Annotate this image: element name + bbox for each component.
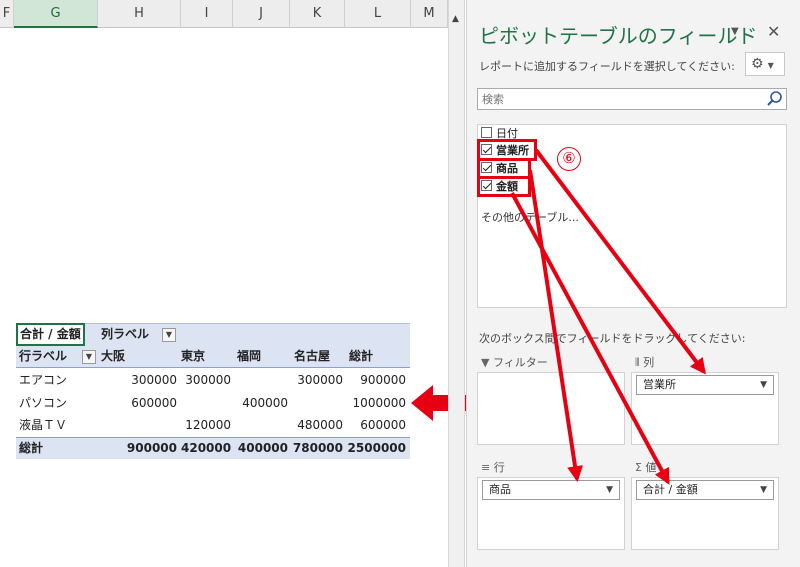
pivot-value-cell[interactable] bbox=[290, 392, 343, 414]
pivot-value-cell[interactable]: 300000 bbox=[98, 369, 177, 391]
chip-label: 商品 bbox=[489, 483, 511, 496]
pivot-col-header-tokyo: 東京 bbox=[181, 349, 206, 363]
search-input[interactable] bbox=[478, 89, 758, 109]
search-box[interactable] bbox=[477, 88, 787, 110]
pivot-row-label-cell[interactable]: パソコン bbox=[19, 392, 67, 414]
pivot-value-cell[interactable]: 600000 bbox=[345, 414, 406, 436]
pane-subtitle: レポートに追加するフィールドを選択してください: bbox=[479, 60, 735, 73]
filter-area: ▼ フィルター bbox=[477, 352, 627, 447]
pivot-total-cell[interactable]: 400000 bbox=[233, 437, 288, 459]
chip-label: 合計 / 金額 bbox=[643, 483, 698, 496]
column-header-h[interactable]: H bbox=[98, 0, 181, 28]
pivot-field-pane: ピボットテーブルのフィールド ▼ ✕ レポートに追加するフィールドを選択してくだ… bbox=[466, 0, 800, 567]
col-label-filter-dropdown-icon[interactable]: ▼ bbox=[162, 328, 176, 342]
pivot-row-label-cell[interactable]: 液晶ＴＶ bbox=[19, 414, 67, 436]
annotation-box-amount bbox=[477, 176, 531, 197]
values-dropzone[interactable]: 合計 / 金額 ▼ bbox=[631, 477, 779, 550]
rows-icon: ≡ bbox=[481, 461, 491, 474]
pivot-col-header-osaka: 大阪 bbox=[101, 349, 126, 363]
columns-field-chip[interactable]: 営業所 ▼ bbox=[636, 375, 774, 395]
pivot-total-cell[interactable]: 780000 bbox=[290, 437, 343, 459]
close-icon[interactable]: ✕ bbox=[767, 22, 780, 41]
pivot-col-header-fukuoka: 福岡 bbox=[237, 349, 262, 363]
checkbox-date[interactable] bbox=[481, 127, 492, 138]
scroll-up-arrow-icon[interactable]: ▲ bbox=[452, 14, 459, 24]
columns-label-text: 列 bbox=[643, 356, 655, 369]
pivot-value-cell[interactable]: 600000 bbox=[98, 392, 177, 414]
columns-area-label: ⫴ 列 bbox=[635, 354, 654, 370]
rows-dropzone[interactable]: 商品 ▼ bbox=[477, 477, 625, 550]
column-header-k[interactable]: K bbox=[290, 0, 345, 28]
step-number-badge: ⑥ bbox=[557, 147, 581, 171]
pivot-value-cell[interactable]: 400000 bbox=[233, 392, 288, 414]
column-header-g[interactable]: G bbox=[14, 0, 98, 28]
pane-options-dropdown-icon[interactable]: ▼ bbox=[731, 26, 739, 37]
values-label-text: 値 bbox=[645, 461, 657, 474]
filter-dropzone[interactable] bbox=[477, 372, 625, 445]
pivot-value-field-cell[interactable]: 合計 / 金額 bbox=[16, 323, 85, 346]
values-area: Σ 値 合計 / 金額 ▼ bbox=[631, 457, 781, 552]
pivot-col-header-total: 総計 bbox=[349, 349, 374, 363]
column-header-l[interactable]: L bbox=[345, 0, 411, 28]
column-header-i[interactable]: I bbox=[181, 0, 233, 28]
more-tables-link[interactable]: その他のテーブル... bbox=[481, 209, 579, 225]
filter-label-text: フィルター bbox=[492, 356, 548, 369]
gear-icon[interactable]: ⚙ ▼ bbox=[745, 52, 785, 76]
pivot-total-cell[interactable]: 2500000 bbox=[345, 437, 406, 459]
columns-area: ⫴ 列 営業所 ▼ bbox=[631, 352, 781, 447]
rows-field-chip[interactable]: 商品 ▼ bbox=[482, 480, 620, 500]
pane-title: ピボットテーブルのフィールド bbox=[479, 24, 758, 48]
column-header-m[interactable]: M bbox=[411, 0, 448, 28]
values-area-label: Σ 値 bbox=[635, 459, 656, 475]
search-icon[interactable] bbox=[766, 90, 784, 108]
rows-area-label: ≡ 行 bbox=[481, 459, 505, 475]
pivot-value-cell[interactable]: 300000 bbox=[181, 369, 231, 391]
worksheet-grid[interactable] bbox=[0, 28, 448, 567]
filter-area-label: ▼ フィルター bbox=[481, 354, 548, 370]
drag-hint: 次のボックス間でフィールドをドラッグしてください: bbox=[479, 332, 746, 345]
rows-area: ≡ 行 商品 ▼ bbox=[477, 457, 627, 552]
pivot-col-label: 列ラベル bbox=[101, 327, 150, 341]
pivot-value-cell[interactable]: 1000000 bbox=[345, 392, 406, 414]
chip-label: 営業所 bbox=[643, 378, 676, 391]
column-header-f[interactable]: F bbox=[0, 0, 14, 28]
columns-dropzone[interactable]: 営業所 ▼ bbox=[631, 372, 779, 445]
pivot-value-cell[interactable] bbox=[98, 414, 177, 436]
chevron-down-icon[interactable]: ▼ bbox=[760, 481, 767, 499]
pivot-col-header-nagoya: 名古屋 bbox=[294, 349, 331, 363]
pivot-total-cell[interactable]: 900000 bbox=[98, 437, 177, 459]
column-header-bar: F G H I J K L M bbox=[0, 0, 448, 28]
pivot-value-cell[interactable] bbox=[181, 392, 231, 414]
row-label-filter-dropdown-icon[interactable]: ▼ bbox=[82, 350, 96, 364]
pivot-value-cell[interactable]: 120000 bbox=[181, 414, 231, 436]
pivot-value-cell[interactable] bbox=[233, 414, 288, 436]
columns-icon: ⫴ bbox=[635, 356, 640, 369]
pivot-total-label[interactable]: 総計 bbox=[19, 437, 43, 459]
pivot-value-cell[interactable]: 900000 bbox=[345, 369, 406, 391]
chevron-down-icon[interactable]: ▼ bbox=[606, 481, 613, 499]
vertical-scrollbar[interactable]: ▲ bbox=[448, 0, 465, 567]
pivot-value-cell[interactable]: 480000 bbox=[290, 414, 343, 436]
rows-label-text: 行 bbox=[493, 461, 505, 474]
values-field-chip[interactable]: 合計 / 金額 ▼ bbox=[636, 480, 774, 500]
filter-icon: ▼ bbox=[481, 356, 490, 369]
pivot-value-cell[interactable]: 300000 bbox=[290, 369, 343, 391]
pivot-total-cell[interactable]: 420000 bbox=[181, 437, 231, 459]
sigma-icon: Σ bbox=[635, 461, 642, 474]
pivot-row-label-cell[interactable]: エアコン bbox=[19, 369, 67, 391]
field-list: 日付 営業所 商品 金額 その他のテーブル... bbox=[477, 124, 787, 308]
column-header-j[interactable]: J bbox=[233, 0, 290, 28]
chevron-down-icon[interactable]: ▼ bbox=[760, 376, 767, 394]
pivot-row-label: 行ラベル bbox=[19, 349, 68, 363]
pivot-value-cell[interactable] bbox=[233, 369, 288, 391]
